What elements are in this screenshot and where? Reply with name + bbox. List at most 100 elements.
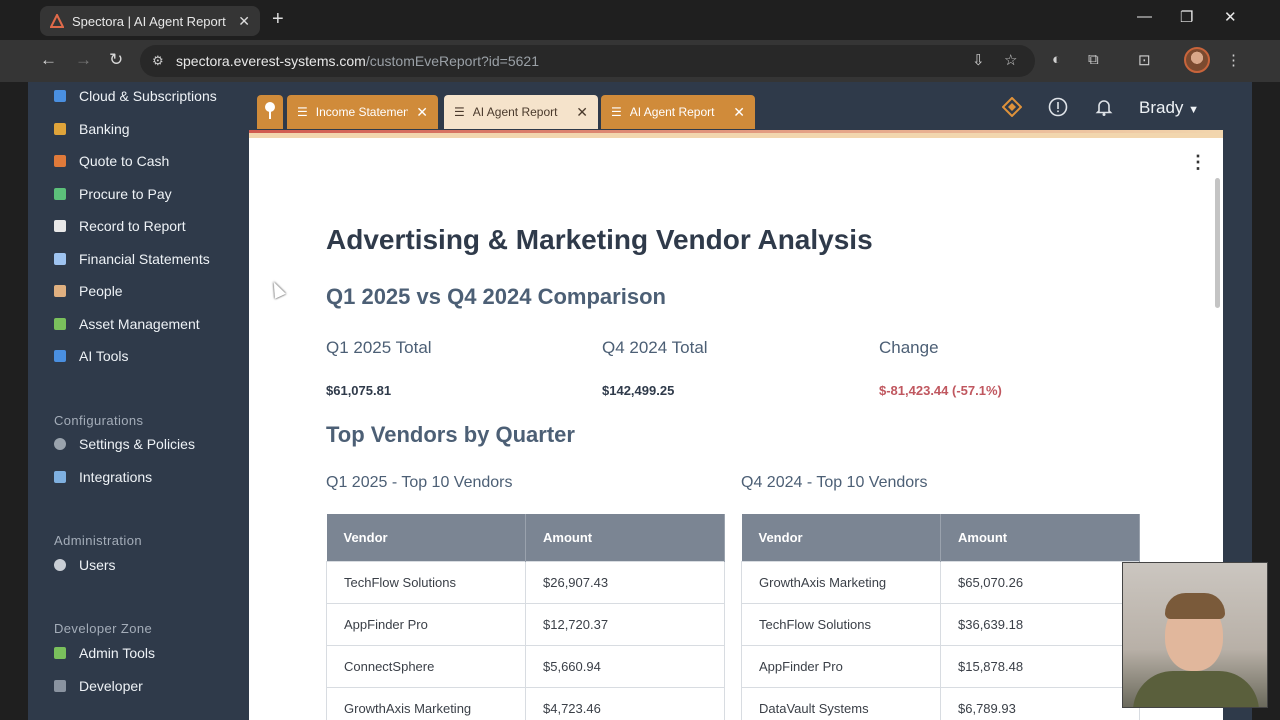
sidebar-item-banking[interactable]: Banking <box>54 117 130 141</box>
sidebar-item-label: Record to Report <box>79 218 186 234</box>
stat-label-q1: Q1 2025 Total <box>326 338 432 357</box>
bookmark-star-icon[interactable]: ☆ <box>1004 51 1017 69</box>
sidebar-item-users[interactable]: Users <box>54 553 116 577</box>
vendor-cell: DataVault Systems <box>741 686 941 720</box>
sidebar-item-label: People <box>79 283 123 299</box>
column-header-amount: Amount <box>940 514 1140 561</box>
user-menu[interactable]: Brady ▼ <box>1139 98 1199 118</box>
vendor-cell: GrowthAxis Marketing <box>741 560 941 604</box>
table-row: TechFlow Solutions $26,907.43 <box>326 560 725 604</box>
url-path: /customEveReport?id=5621 <box>365 53 540 69</box>
diamond-icon[interactable] <box>1002 97 1022 117</box>
integrations-icon <box>54 471 66 483</box>
back-icon[interactable]: ← <box>40 50 57 70</box>
bank-icon <box>54 123 66 135</box>
sidebar-item-cloud-subscriptions[interactable]: Cloud & Subscriptions <box>54 84 217 108</box>
sidebar-item-ai-tools[interactable]: AI Tools <box>54 344 129 368</box>
vendor-cell: AppFinder Pro <box>326 602 526 646</box>
pin-tab[interactable] <box>257 95 283 129</box>
new-tab-icon[interactable]: + <box>272 8 284 31</box>
sidebar-item-label: AI Tools <box>79 348 129 364</box>
stat-value-q1: $61,075.81 <box>326 383 392 398</box>
quote-icon <box>54 155 66 167</box>
close-tab-icon[interactable]: ✕ <box>576 104 588 121</box>
browser-tab[interactable]: Spectora | AI Agent Report ✕ <box>40 6 260 36</box>
webcam-person-body <box>1133 671 1259 707</box>
tab-income-statement[interactable]: ☰ Income Statement ✕ <box>287 95 438 129</box>
tab-search-icon[interactable]: ⊡ <box>1138 51 1151 69</box>
webcam-person-hair <box>1165 593 1225 619</box>
window-close-icon[interactable]: ✕ <box>1224 8 1237 26</box>
scrollbar[interactable] <box>1215 178 1220 308</box>
tab-label: AI Agent Report <box>629 105 715 119</box>
sidebar-item-settings-policies[interactable]: Settings & Policies <box>54 432 195 456</box>
users-icon <box>54 559 66 571</box>
alert-icon[interactable] <box>1048 97 1068 117</box>
list-icon: ☰ <box>611 105 622 119</box>
restore-icon[interactable]: ❐ <box>1180 8 1193 26</box>
bell-icon[interactable] <box>1094 97 1114 117</box>
extensions-puzzle-icon[interactable]: ⧉ <box>1088 51 1099 68</box>
stat-value-q4: $142,499.25 <box>602 383 675 398</box>
table-row: AppFinder Pro $15,878.48 <box>741 644 1140 688</box>
sidebar-item-people[interactable]: People <box>54 279 123 303</box>
install-app-icon[interactable]: ⇩ <box>972 51 985 69</box>
ai-icon <box>54 350 66 362</box>
reload-icon[interactable]: ↻ <box>109 50 123 70</box>
amount-cell: $12,720.37 <box>525 602 725 646</box>
report-title: Advertising & Marketing Vendor Analysis <box>326 224 873 255</box>
spectora-logo-icon <box>50 14 64 28</box>
stat-value-change: $-81,423.44 (-57.1%) <box>879 383 1002 398</box>
site-info-icon[interactable]: ⚙ <box>152 53 164 69</box>
vendor-cell: TechFlow Solutions <box>326 560 526 604</box>
sidebar-item-integrations[interactable]: Integrations <box>54 465 152 489</box>
close-tab-icon[interactable]: ✕ <box>733 104 745 121</box>
sidebar-item-asset-management[interactable]: Asset Management <box>54 312 200 336</box>
sidebar-item-developer[interactable]: Developer <box>54 674 143 698</box>
browser-tab-title: Spectora | AI Agent Report <box>72 13 226 29</box>
report-panel: ⋮ Advertising & Marketing Vendor Analysi… <box>249 130 1223 720</box>
sidebar-item-label: Quote to Cash <box>79 153 170 169</box>
forward-icon[interactable]: → <box>75 50 92 70</box>
q4-table-caption: Q4 2024 - Top 10 Vendors <box>741 474 928 491</box>
minimize-icon[interactable]: — <box>1137 8 1152 25</box>
tab-ai-agent-report[interactable]: ☰ AI Agent Report ✕ <box>601 95 755 129</box>
sidebar-item-label: Banking <box>79 121 130 137</box>
ledger-icon <box>54 220 66 232</box>
sidebar-item-label: Developer <box>79 678 143 694</box>
amount-cell: $6,789.93 <box>940 686 1140 720</box>
amount-cell: $26,907.43 <box>525 560 725 604</box>
section-title: Top Vendors by Quarter <box>326 422 575 447</box>
stat-label-q4: Q4 2024 Total <box>602 338 708 357</box>
vendor-cell: AppFinder Pro <box>741 644 941 688</box>
close-tab-icon[interactable]: ✕ <box>416 104 428 121</box>
section-administration: Administration <box>54 533 142 548</box>
amount-cell: $4,723.46 <box>525 686 725 720</box>
kebab-menu-icon[interactable]: ⋮ <box>1189 152 1207 173</box>
extension-icon[interactable]: ◐ <box>1052 51 1061 68</box>
list-icon: ☰ <box>454 105 465 119</box>
browser-menu-icon[interactable]: ⋮ <box>1226 51 1241 69</box>
sidebar-item-label: Admin Tools <box>79 645 156 661</box>
money-icon <box>54 188 66 200</box>
sidebar-item-record-to-report[interactable]: Record to Report <box>54 214 186 238</box>
sidebar-item-quote-to-cash[interactable]: Quote to Cash <box>54 149 169 173</box>
browser-toolbar: ← → ↻ ⚙ spectora.everest-systems.com/cus… <box>0 40 1280 82</box>
chevron-down-icon: ▼ <box>1188 104 1200 116</box>
sidebar-item-procure-to-pay[interactable]: Procure to Pay <box>54 182 172 206</box>
amount-cell: $15,878.48 <box>940 644 1140 688</box>
table-row: TechFlow Solutions $36,639.18 <box>741 602 1140 646</box>
report-subtitle: Q1 2025 vs Q4 2024 Comparison <box>326 284 666 309</box>
sidebar-item-financial-statements[interactable]: Financial Statements <box>54 247 210 271</box>
address-bar[interactable]: ⚙ spectora.everest-systems.com/customEve… <box>140 45 1035 77</box>
gear-icon <box>54 438 66 450</box>
sidebar-item-label: Integrations <box>79 469 153 485</box>
close-tab-icon[interactable]: ✕ <box>238 13 250 30</box>
sidebar-item-admin-tools[interactable]: Admin Tools <box>54 641 155 665</box>
tab-ai-agent-report-active[interactable]: ☰ AI Agent Report ✕ <box>444 95 598 129</box>
sidebar-item-label: Settings & Policies <box>79 436 195 452</box>
profile-avatar[interactable] <box>1184 47 1210 73</box>
table-row: GrowthAxis Marketing $65,070.26 <box>741 560 1140 604</box>
section-configurations: Configurations <box>54 413 144 428</box>
user-name: Brady <box>1139 98 1184 117</box>
